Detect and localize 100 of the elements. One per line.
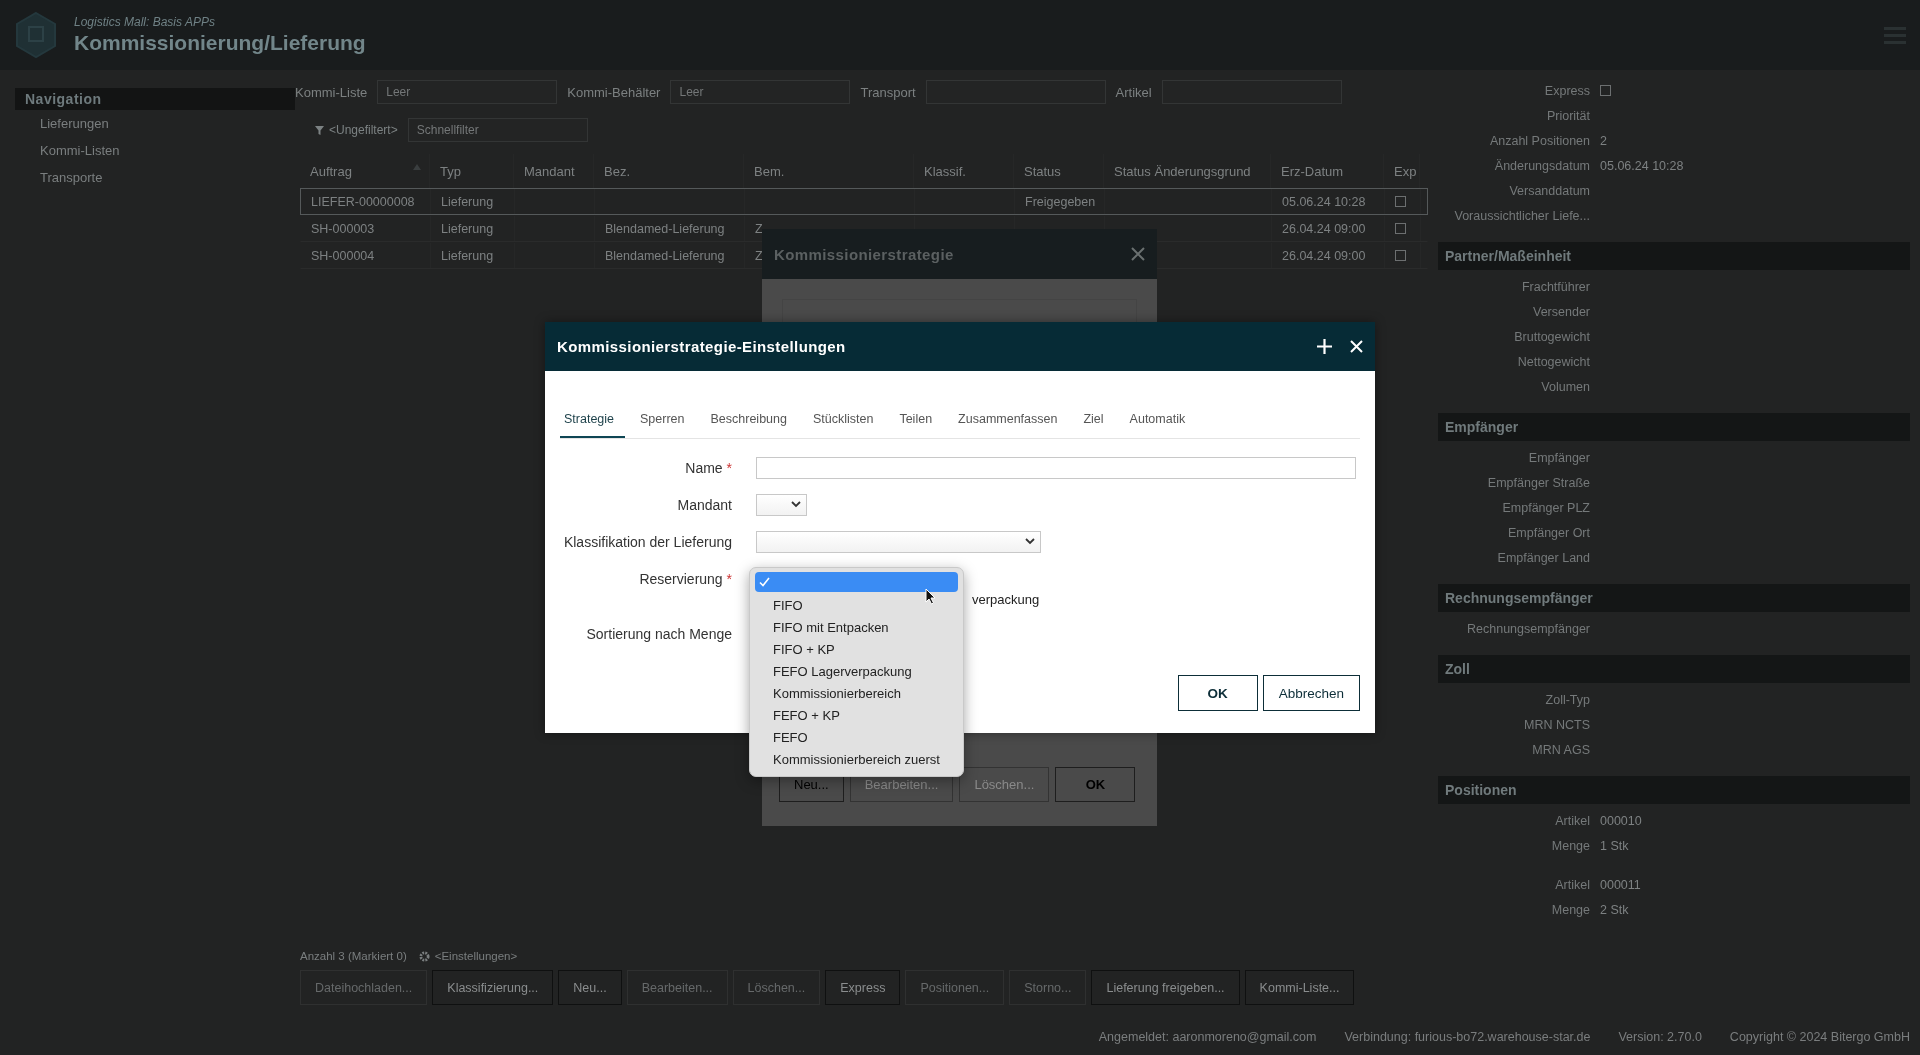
select-field[interactable] bbox=[756, 493, 807, 516]
column-header[interactable]: Auftrag bbox=[300, 154, 430, 188]
select-field[interactable] bbox=[756, 530, 1041, 553]
field-label: MRN AGS bbox=[1531, 742, 1590, 757]
checkbox[interactable] bbox=[1600, 85, 1611, 96]
field-label: Priorität bbox=[1545, 108, 1590, 123]
tab[interactable]: Stücklisten bbox=[808, 406, 885, 438]
action-button[interactable]: Lieferung freigeben... bbox=[1091, 970, 1240, 1005]
tab[interactable]: Teilen bbox=[895, 406, 944, 438]
form-label: Reservierung * bbox=[638, 570, 733, 587]
filter-label: Kommi-Liste bbox=[295, 84, 368, 100]
dropdown-option[interactable]: FEFO Lagerverpackung bbox=[755, 660, 958, 682]
column-header[interactable]: Klassif. bbox=[914, 154, 1014, 188]
field-label: Rechnungsempfänger bbox=[1466, 621, 1590, 636]
action-button[interactable]: Klassifizierung... bbox=[432, 970, 554, 1005]
dialog-button[interactable]: OK bbox=[1055, 767, 1136, 802]
mouse-cursor-icon bbox=[925, 588, 936, 605]
tab[interactable]: Zusammenfassen bbox=[954, 406, 1069, 438]
filter-field[interactable]: Leer bbox=[670, 80, 851, 104]
settings-link[interactable]: <Einstellungen> bbox=[418, 950, 518, 962]
field-value: 1 Stk bbox=[1600, 838, 1629, 853]
dropdown-option[interactable]: FIFO bbox=[755, 594, 958, 616]
tab[interactable]: Sperren bbox=[636, 406, 696, 438]
form-label: Sortierung nach Menge bbox=[585, 625, 733, 642]
status-text: Verbindung: furious-bo72.warehouse-star.de bbox=[1344, 1030, 1591, 1044]
table-cell: 26.04.24 09:00 bbox=[1282, 221, 1366, 236]
dialog-title: Kommissionierstrategie bbox=[774, 245, 954, 263]
column-header[interactable]: Typ bbox=[430, 154, 514, 188]
filter-label: Artikel bbox=[1115, 84, 1152, 100]
action-button[interactable]: Neu... bbox=[558, 970, 622, 1005]
section-header: Zoll bbox=[1438, 655, 1910, 683]
nav-item[interactable]: Transporte bbox=[15, 164, 295, 191]
filter-label: Transport bbox=[860, 84, 916, 100]
plus-icon[interactable] bbox=[1317, 339, 1332, 354]
hexagon-logo-icon bbox=[14, 11, 58, 59]
page-title: Kommissionierung/Lieferung bbox=[74, 31, 366, 55]
form-label: Mandant bbox=[676, 496, 733, 513]
section-header: Rechnungsempfänger bbox=[1438, 584, 1910, 612]
field-label: Zoll-Typ bbox=[1544, 692, 1590, 707]
dialog-button[interactable]: Abbrechen bbox=[1262, 675, 1360, 711]
form-label: Name * bbox=[684, 459, 733, 476]
column-header[interactable]: Bez. bbox=[594, 154, 744, 188]
field-label: Bruttogewicht bbox=[1513, 329, 1590, 344]
table-cell: Lieferung bbox=[441, 221, 494, 236]
checkmark-icon bbox=[759, 577, 770, 587]
column-header[interactable]: Exp bbox=[1384, 154, 1420, 188]
field-label: Frachtführer bbox=[1520, 279, 1590, 294]
section-header: Empfänger bbox=[1438, 413, 1910, 441]
column-header[interactable]: Status Änderungsgrund bbox=[1104, 154, 1271, 188]
section-header: Partner/Maßeinheit bbox=[1438, 242, 1910, 270]
field-label: Artikel bbox=[1554, 813, 1590, 828]
table-cell: Z bbox=[755, 248, 763, 263]
nav-item[interactable]: Kommi-Listen bbox=[15, 137, 295, 164]
action-button[interactable]: Express bbox=[825, 970, 901, 1005]
field-label: Versanddatum bbox=[1508, 183, 1590, 198]
navigation-header: Navigation bbox=[15, 88, 295, 110]
column-header[interactable]: Mandant bbox=[514, 154, 594, 188]
dialog-button[interactable]: OK bbox=[1177, 675, 1258, 711]
table-cell: Lieferung bbox=[441, 248, 494, 263]
checkbox[interactable] bbox=[1395, 223, 1406, 234]
dropdown-option[interactable]: FEFO + KP bbox=[755, 704, 958, 726]
dropdown-option[interactable]: Kommissionierbereich zuerst bbox=[755, 748, 958, 770]
field-label: Empfänger PLZ bbox=[1501, 500, 1590, 515]
dropdown-option[interactable]: Kommissionierbereich bbox=[755, 682, 958, 704]
column-header[interactable]: Bem. bbox=[744, 154, 914, 188]
field-label: Artikel bbox=[1554, 877, 1590, 892]
filter-label: Kommi-Behälter bbox=[567, 84, 661, 100]
quick-filter-field[interactable]: Schnellfilter bbox=[407, 118, 588, 142]
dropdown-option[interactable]: FIFO mit Entpacken bbox=[755, 616, 958, 638]
filter-button[interactable]: <Ungefiltert> bbox=[315, 123, 398, 137]
name-input[interactable] bbox=[756, 456, 1356, 479]
field-label: Express bbox=[1543, 83, 1590, 98]
filter-field[interactable]: Leer bbox=[377, 80, 558, 104]
tab[interactable]: Automatik bbox=[1125, 406, 1197, 438]
filter-icon bbox=[315, 125, 324, 135]
field-label: Menge bbox=[1550, 902, 1590, 917]
action-button[interactable]: Kommi-Liste... bbox=[1244, 970, 1355, 1005]
dropdown-option[interactable]: FIFO + KP bbox=[755, 638, 958, 660]
column-header[interactable]: Erz-Datum bbox=[1271, 154, 1384, 188]
chevron-down-icon bbox=[1025, 538, 1035, 545]
tab[interactable]: Ziel bbox=[1079, 406, 1115, 438]
field-value: 2 Stk bbox=[1600, 902, 1629, 917]
checkbox-label: verpackung bbox=[972, 591, 1040, 607]
tab[interactable]: Beschreibung bbox=[706, 406, 798, 438]
dropdown-option[interactable]: FEFO bbox=[755, 726, 958, 748]
field-value: 2 bbox=[1600, 133, 1607, 148]
field-label: Voraussichtlicher Liefe... bbox=[1453, 208, 1590, 223]
dialog-title: Kommissionierstrategie-Einstellungen bbox=[557, 338, 846, 355]
checkbox[interactable] bbox=[1395, 250, 1406, 261]
table-cell: 05.06.24 10:28 bbox=[1282, 194, 1366, 209]
field-label: Änderungsdatum bbox=[1493, 158, 1590, 173]
field-value: 000010 bbox=[1600, 813, 1642, 828]
field-label: Empfänger Straße bbox=[1486, 475, 1590, 490]
column-header[interactable]: Status bbox=[1014, 154, 1104, 188]
checkbox[interactable] bbox=[1395, 196, 1406, 207]
table-cell: Z bbox=[755, 221, 763, 236]
field-label: Menge bbox=[1550, 838, 1590, 853]
tab[interactable]: Strategie bbox=[560, 406, 626, 438]
nav-item[interactable]: Lieferungen bbox=[15, 110, 295, 137]
table-row[interactable]: LIEFER-00000008 Lieferung Freigegeben 05.06.24 10:28 bbox=[300, 188, 1428, 215]
